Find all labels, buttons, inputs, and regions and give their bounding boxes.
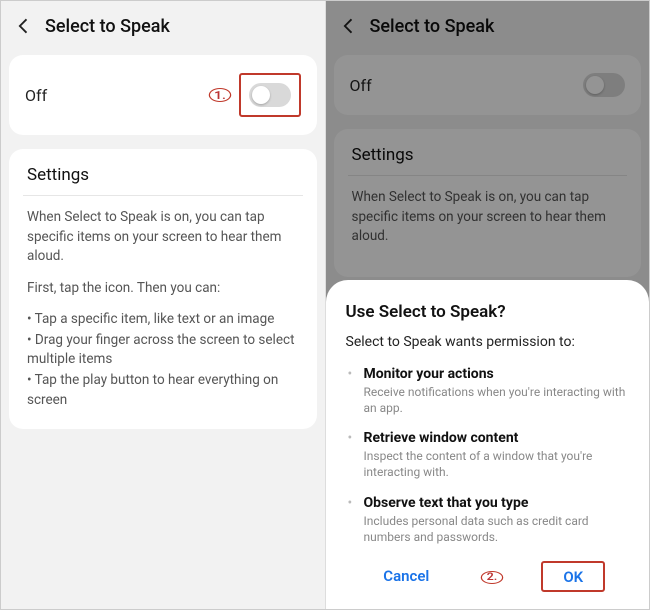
desc-para-1: When Select to Speak is on, you can tap …: [27, 208, 299, 267]
header-bar: Select to Speak: [1, 1, 325, 55]
settings-heading[interactable]: Settings: [9, 149, 317, 195]
state-card: Off 1.: [9, 55, 317, 135]
step-1-badge: 1.: [208, 88, 231, 102]
desc-bullet: Drag your finger across the screen to se…: [27, 331, 299, 370]
permission-dialog: Use Select to Speak? Select to Speak wan…: [326, 280, 650, 609]
back-icon[interactable]: [13, 15, 35, 37]
dialog-subtitle: Select to Speak wants permission to:: [346, 334, 630, 350]
permission-item: Observe text that you type Includes pers…: [346, 495, 630, 545]
desc-bullets: Tap a specific item, like text or an ima…: [27, 310, 299, 410]
step-2-badge: 2.: [481, 571, 504, 584]
desc-bullet: Tap the play button to hear everything o…: [27, 371, 299, 410]
permission-desc: Includes personal data such as credit ca…: [364, 513, 630, 545]
ok-button[interactable]: OK: [549, 560, 597, 594]
left-screenshot: Select to Speak Off 1. Settings When Sel…: [1, 1, 326, 609]
permission-desc: Inspect the content of a window that you…: [364, 448, 630, 480]
permission-title: Retrieve window content: [364, 430, 630, 446]
page-title: Select to Speak: [45, 16, 170, 37]
permission-item: Retrieve window content Inspect the cont…: [346, 430, 630, 480]
permission-title: Monitor your actions: [364, 366, 630, 382]
permission-list: Monitor your actions Receive notificatio…: [346, 366, 630, 545]
settings-card: Settings When Select to Speak is on, you…: [9, 149, 317, 429]
dialog-title: Use Select to Speak?: [346, 302, 630, 322]
settings-description: When Select to Speak is on, you can tap …: [9, 196, 317, 429]
right-screenshot: Select to Speak Off Settings When Select…: [326, 1, 650, 609]
permission-title: Observe text that you type: [364, 495, 630, 511]
cancel-button[interactable]: Cancel: [369, 559, 443, 593]
toggle-highlight: [239, 73, 301, 117]
feature-toggle[interactable]: [249, 83, 291, 107]
dialog-buttons: Cancel 2. OK: [346, 559, 630, 593]
permission-item: Monitor your actions Receive notificatio…: [346, 366, 630, 416]
ok-highlight: OK: [541, 561, 605, 592]
permission-desc: Receive notifications when you're intera…: [364, 384, 630, 416]
state-label: Off: [25, 86, 211, 105]
feature-toggle-row[interactable]: Off 1.: [9, 55, 317, 135]
desc-bullet: Tap a specific item, like text or an ima…: [27, 310, 299, 330]
desc-para-2: First, tap the icon. Then you can:: [27, 279, 299, 299]
